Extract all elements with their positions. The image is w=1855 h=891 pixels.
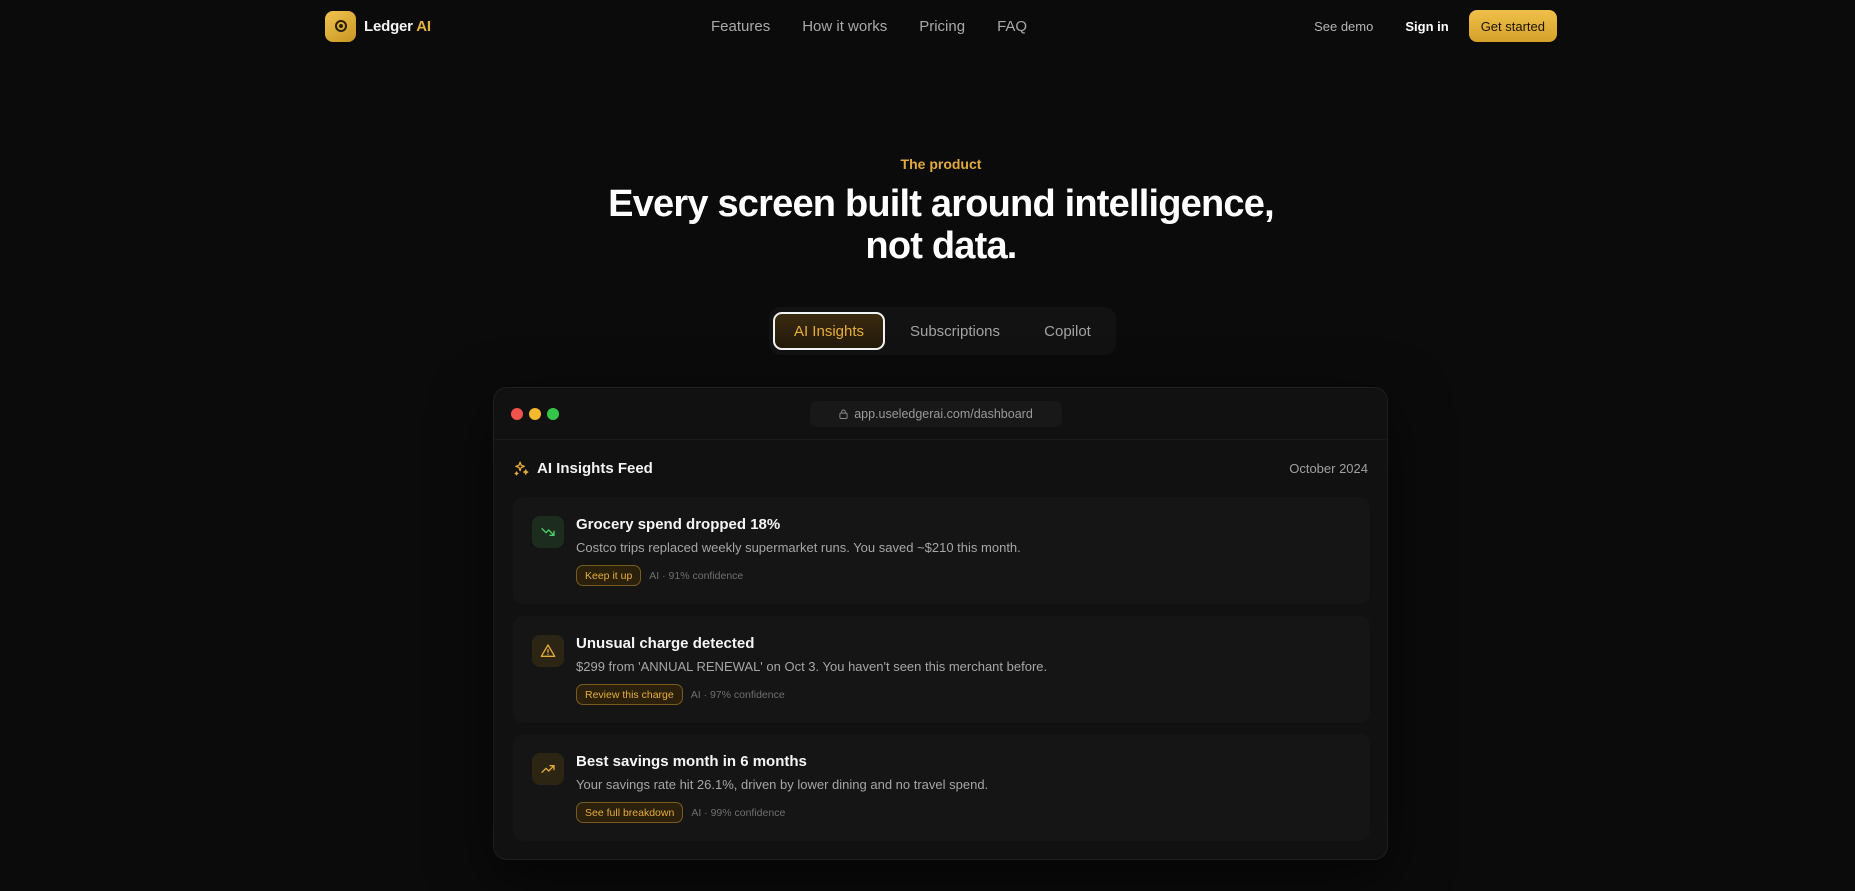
title-line-1: Every screen built around intelligence, [608,183,1274,225]
top-nav: Ledger AI Features How it works Pricing … [325,9,1557,43]
tab-copilot[interactable]: Copilot [1025,312,1110,350]
close-dot-icon [511,408,523,420]
insight-meta: Keep it up AI · 91% confidence [576,565,743,586]
feed-date: October 2024 [1289,461,1368,476]
trending-down-icon [532,516,564,548]
keep-it-up-button[interactable]: Keep it up [576,565,642,586]
insight-card[interactable]: Best savings month in 6 months Your savi… [513,734,1370,841]
insight-title: Grocery spend dropped 18% [576,516,781,533]
url-text: app.useledgerai.com/dashboard [854,407,1033,421]
nav-link-features[interactable]: Features [711,18,770,35]
nav-links: Features How it works Pricing FAQ [711,9,1027,43]
product-tabs: AI Insights Subscriptions Copilot [769,307,1116,355]
section-title: Every screen built around intelligence, … [0,183,1855,267]
insight-card[interactable]: Grocery spend dropped 18% Costco trips r… [513,497,1370,604]
see-demo-link[interactable]: See demo [1314,19,1373,34]
insight-meta: Review this charge AI · 97% confidence [576,684,785,705]
lock-icon [839,409,848,419]
window-controls [511,408,559,420]
see-full-breakdown-button[interactable]: See full breakdown [576,802,684,823]
nav-link-faq[interactable]: FAQ [997,18,1027,35]
confidence-label: AI · 91% confidence [649,569,744,582]
tab-ai-insights[interactable]: AI Insights [773,312,885,350]
nav-actions: See demo Sign in Get started [1314,9,1557,43]
brand[interactable]: Ledger AI [325,10,431,42]
feed-title: AI Insights Feed [513,460,653,477]
section-eyebrow: The product [900,156,982,172]
sparkles-icon [514,461,529,476]
nav-link-pricing[interactable]: Pricing [919,18,965,35]
insight-title: Best savings month in 6 months [576,753,807,770]
review-charge-button[interactable]: Review this charge [576,684,683,705]
app-preview-window: app.useledgerai.com/dashboard AI Insight… [493,387,1388,860]
insight-title: Unusual charge detected [576,635,755,652]
warning-icon [532,635,564,667]
logo-icon [325,10,356,42]
brand-name: Ledger AI [364,18,431,35]
minimize-dot-icon [529,408,541,420]
insight-description: Costco trips replaced weekly supermarket… [576,540,1021,555]
brand-suffix: AI [416,17,431,35]
insight-card[interactable]: Unusual charge detected $299 from 'ANNUA… [513,616,1370,723]
window-titlebar: app.useledgerai.com/dashboard [494,388,1387,440]
feed-header: AI Insights Feed October 2024 [513,460,1368,477]
insight-description: $299 from 'ANNUAL RENEWAL' on Oct 3. You… [576,659,1048,674]
title-line-2: not data. [865,225,1017,267]
trending-up-icon [532,753,564,785]
feed-title-text: AI Insights Feed [537,460,653,477]
url-bar: app.useledgerai.com/dashboard [810,401,1062,427]
nav-link-how-it-works[interactable]: How it works [802,18,887,35]
insight-meta: See full breakdown AI · 99% confidence [576,802,785,823]
maximize-dot-icon [547,408,559,420]
confidence-label: AI · 99% confidence [691,806,786,819]
insight-description: Your savings rate hit 26.1%, driven by l… [576,777,989,792]
get-started-button[interactable]: Get started [1468,10,1557,42]
tab-subscriptions[interactable]: Subscriptions [885,312,1025,350]
sign-in-link[interactable]: Sign in [1405,19,1448,34]
brand-text: Ledger [364,17,413,35]
confidence-label: AI · 97% confidence [690,688,785,701]
